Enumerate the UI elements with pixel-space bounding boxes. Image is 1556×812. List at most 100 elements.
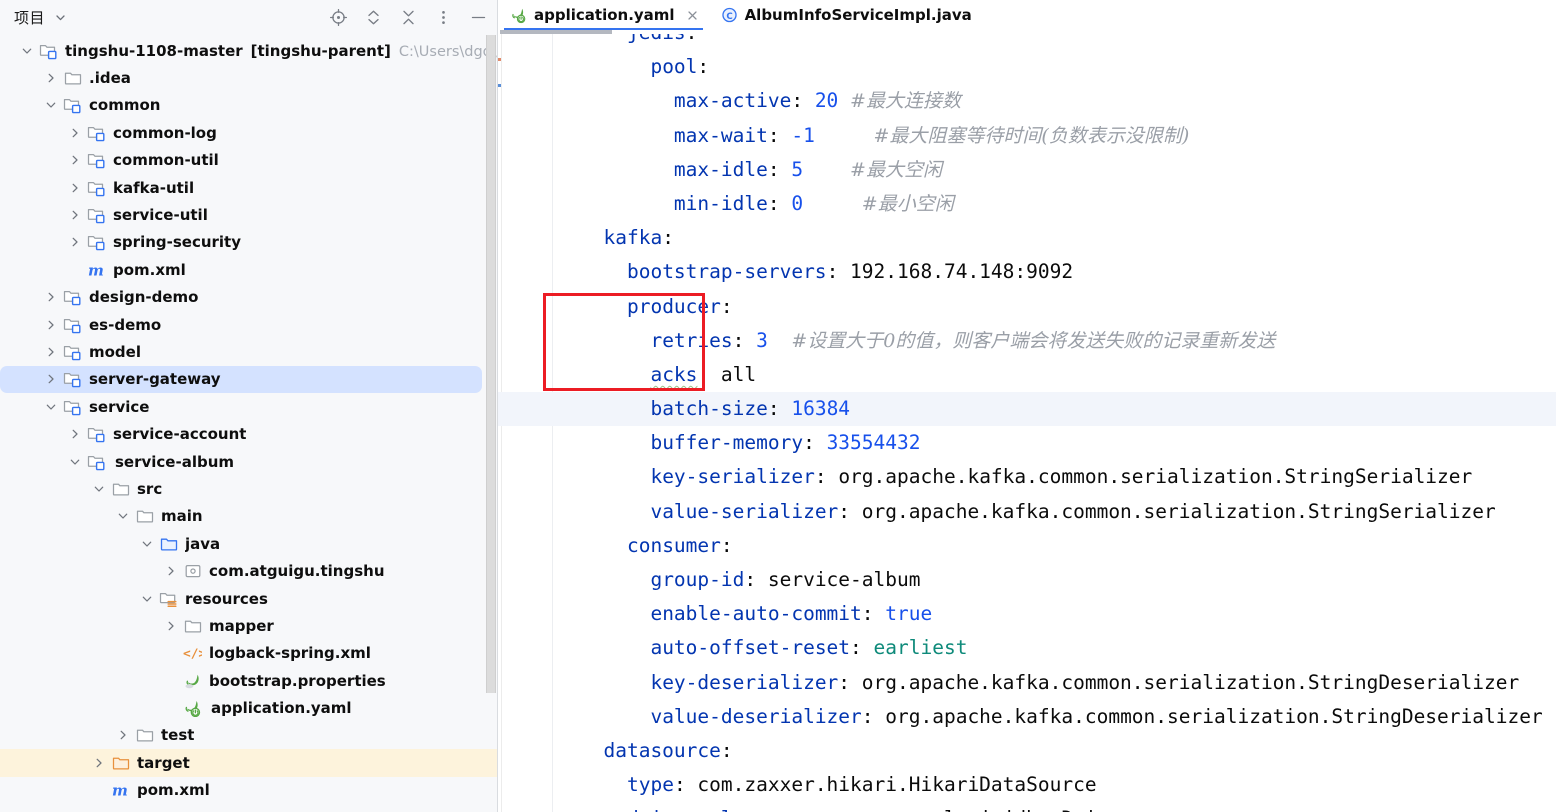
expand-all-icon[interactable]: [364, 9, 382, 27]
tree-row-main[interactable]: main: [0, 503, 497, 530]
tree-row-bootstrap-properties[interactable]: bootstrap.properties: [0, 667, 497, 694]
editor-tab-application-yaml[interactable]: application.yaml: [498, 0, 709, 30]
tree-row-target[interactable]: target: [0, 749, 497, 777]
chevron-right-icon[interactable]: [68, 209, 81, 222]
code-line[interactable]: producer:: [554, 290, 1556, 324]
chevron-right-icon[interactable]: [44, 345, 57, 358]
module-folder-icon: [87, 178, 106, 197]
chevron-right-icon[interactable]: [68, 181, 81, 194]
tree-row-model[interactable]: model: [0, 338, 497, 365]
locate-icon[interactable]: [329, 9, 347, 27]
project-tree[interactable]: tingshu-1108-master [tingshu-parent] C:\Us…: [0, 35, 497, 812]
tree-row-resources[interactable]: resources: [0, 585, 497, 612]
chevron-right-icon[interactable]: [44, 72, 57, 85]
code-line[interactable]: key-deserializer: org.apache.kafka.commo…: [554, 666, 1556, 700]
tree-row-test[interactable]: test: [0, 722, 497, 749]
code-line[interactable]: enable-auto-commit: true: [554, 597, 1556, 631]
tree-row-es-demo[interactable]: es-demo: [0, 311, 497, 338]
code-line[interactable]: auto-offset-reset: earliest: [554, 631, 1556, 665]
chevron-right-icon[interactable]: [44, 318, 57, 331]
code-line[interactable]: value-deserializer: org.apache.kafka.com…: [554, 700, 1556, 734]
chevron-right-icon[interactable]: [68, 236, 81, 249]
code-token: :: [838, 670, 862, 694]
chevron-right-icon[interactable]: [44, 291, 57, 304]
tree-row-java[interactable]: java: [0, 530, 497, 557]
tree-row-spring-security[interactable]: spring-security: [0, 229, 497, 256]
sidebar-vertical-scrollbar[interactable]: [486, 35, 496, 693]
tree-row-common[interactable]: common: [0, 92, 497, 119]
chevron-down-icon[interactable]: [44, 400, 57, 413]
code-token: com.mysql.cj.jdbc.Driver: [850, 807, 1132, 812]
tree-row-com-atguigu-tingshu[interactable]: com.atguigu.tingshu: [0, 557, 497, 584]
tree-row-logback-spring-xml[interactable]: </> logback-spring.xml: [0, 640, 497, 667]
tree-row-service-account[interactable]: service-account: [0, 420, 497, 447]
code-token: min-idle: [673, 191, 768, 215]
chevron-right-icon[interactable]: [68, 154, 81, 167]
code-token: :: [697, 55, 710, 79]
code-line[interactable]: retries: 3 #设置大于0的值，则客户端会将发送失败的记录重新发送: [554, 324, 1556, 358]
chevron-right-icon[interactable]: [164, 565, 177, 578]
code-line[interactable]: pool:: [554, 50, 1556, 84]
chevron-right-icon[interactable]: [92, 756, 105, 769]
chevron-right-icon[interactable]: [116, 729, 129, 742]
code-line[interactable]: value-serializer: org.apache.kafka.commo…: [554, 495, 1556, 529]
code-line[interactable]: min-idle: 0 #最小空闲: [554, 187, 1556, 221]
tree-row-pom-xml[interactable]: m pom.xml: [0, 777, 497, 804]
tree-row-service-album[interactable]: service-album: [0, 448, 497, 475]
module-folder-icon: [63, 397, 82, 416]
chevron-down-icon[interactable]: [92, 482, 105, 495]
chevron-down-icon[interactable]: [116, 510, 129, 523]
resource-root-icon: [159, 589, 178, 608]
code-line[interactable]: kafka:: [554, 221, 1556, 255]
tree-row--idea[interactable]: .idea: [0, 64, 497, 91]
tree-row-service[interactable]: service: [0, 393, 497, 420]
code-token: :: [827, 807, 850, 812]
tree-row-label: common-util: [113, 151, 219, 170]
code-line[interactable]: type: com.zaxxer.hikari.HikariDataSource: [554, 768, 1556, 802]
chevron-down-icon[interactable]: [140, 537, 153, 550]
chevron-down-icon[interactable]: [54, 11, 67, 24]
tree-row-kafka-util[interactable]: kafka-util: [0, 174, 497, 201]
code-line[interactable]: key-serializer: org.apache.kafka.common.…: [554, 460, 1556, 494]
code-line[interactable]: acks: all: [554, 358, 1556, 392]
more-options-icon[interactable]: [434, 9, 452, 27]
code-token: group-id: [650, 568, 745, 591]
chevron-right-icon[interactable]: [164, 619, 177, 632]
tree-row-pom-xml[interactable]: m pom.xml: [0, 256, 497, 283]
code-line[interactable]: max-active: 20 #最大连接数: [554, 84, 1556, 118]
chevron-down-icon[interactable]: [44, 99, 57, 112]
tree-row-server-gateway[interactable]: server-gateway: [0, 365, 482, 394]
collapse-all-icon[interactable]: [399, 9, 417, 27]
tree-row-common-util[interactable]: common-util: [0, 147, 497, 174]
code-line[interactable]: datasource:: [554, 734, 1556, 768]
code-line[interactable]: consumer:: [554, 529, 1556, 563]
chevron-right-icon[interactable]: [44, 373, 57, 386]
editor-tab-albuminfoserviceimpl-java[interactable]: C AlbumInfoServiceImpl.java: [709, 0, 981, 30]
chevron-right-icon[interactable]: [68, 126, 81, 139]
code-line[interactable]: max-idle: 5 #最大空闲: [554, 153, 1556, 187]
chevron-right-icon[interactable]: [68, 428, 81, 441]
code-line[interactable]: max-wait: -1 #最大阻塞等待时间(负数表示没限制): [554, 119, 1556, 153]
code-line[interactable]: driver-class-name: com.mysql.cj.jdbc.Dri…: [554, 802, 1556, 812]
tree-row-design-demo[interactable]: design-demo: [0, 284, 497, 311]
tree-row-path: C:\Users\dgq\Downloads: [398, 43, 497, 60]
tree-row-tingshu-1108-master[interactable]: tingshu-1108-master [tingshu-parent] C:\Us…: [0, 37, 497, 64]
chevron-down-icon[interactable]: [140, 592, 153, 605]
tree-row-application-yaml[interactable]: application.yaml: [0, 694, 497, 721]
tree-row-common-log[interactable]: common-log: [0, 119, 497, 146]
code-line[interactable]: group-id: service-album: [554, 563, 1556, 597]
minimize-icon[interactable]: [469, 9, 487, 27]
tree-row-src[interactable]: src: [0, 475, 497, 502]
close-icon[interactable]: [685, 8, 700, 23]
tree-row-mapper[interactable]: mapper: [0, 612, 497, 639]
code-line[interactable]: bootstrap-servers: 192.168.74.148:9092: [554, 255, 1556, 289]
chevron-down-icon[interactable]: [20, 44, 33, 57]
code-line[interactable]: buffer-memory: 33554432: [554, 426, 1556, 460]
code-line[interactable]: jedis:: [554, 34, 1556, 50]
spring-yaml-icon: [183, 699, 202, 718]
code-text[interactable]: jedis: pool: max-active: 20 #最大连接数 max-w…: [498, 34, 1556, 812]
tree-row-service-util[interactable]: service-util: [0, 201, 497, 228]
code-line[interactable]: batch-size: 16384: [498, 392, 1556, 427]
chevron-down-icon[interactable]: [68, 455, 81, 468]
